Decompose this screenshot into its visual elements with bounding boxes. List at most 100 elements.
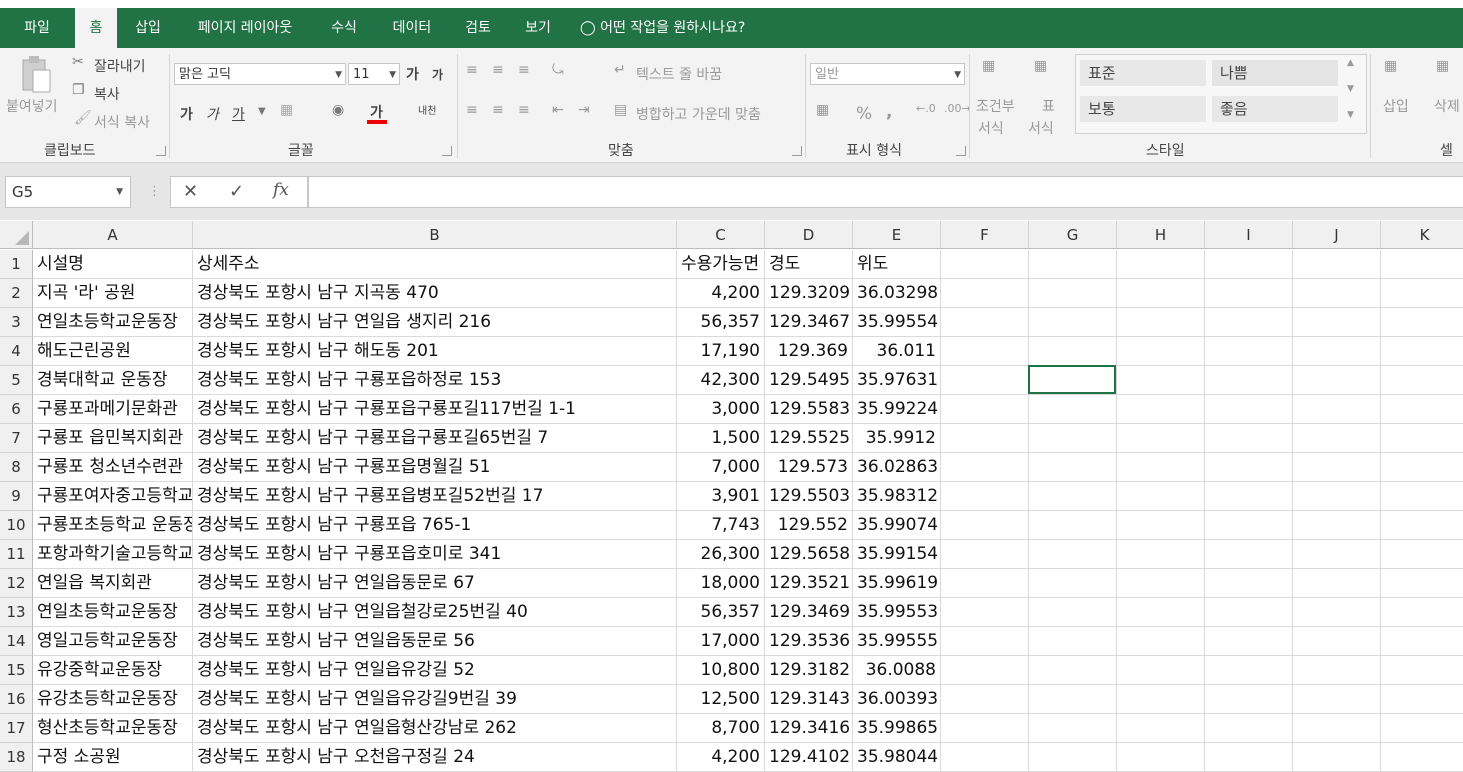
gallery-scroll-up-icon[interactable]: ▲ [1347,58,1354,68]
cell-e7[interactable]: 35.9912 [853,424,941,453]
paste-icon[interactable] [20,54,52,94]
style-normal[interactable]: 표준 [1080,60,1206,86]
cell-h16[interactable] [1117,685,1205,714]
cell-c10[interactable]: 7,743 [677,511,765,540]
cell-g6[interactable] [1029,395,1117,424]
cell-j7[interactable] [1293,424,1381,453]
increase-indent-icon[interactable]: ⇥ [578,102,590,118]
cell-j2[interactable] [1293,279,1381,308]
cell-b18[interactable]: 경상북도 포항시 남구 오천읍구정길 24 [193,743,677,772]
cell-i9[interactable] [1205,482,1293,511]
cell-b6[interactable]: 경상북도 포항시 남구 구룡포읍구룡포길117번길 1-1 [193,395,677,424]
row-header[interactable]: 17 [0,714,33,743]
gallery-scroll-down-icon[interactable]: ▼ [1347,84,1354,94]
cell-h7[interactable] [1117,424,1205,453]
cell-k11[interactable] [1381,540,1463,569]
cell-f11[interactable] [941,540,1029,569]
cell-g15[interactable] [1029,656,1117,685]
cell-c6[interactable]: 3,000 [677,395,765,424]
cell-h4[interactable] [1117,337,1205,366]
row-header[interactable]: 3 [0,308,33,337]
cell-e5[interactable]: 35.97631 [853,366,941,395]
cell-f13[interactable] [941,598,1029,627]
cell-j12[interactable] [1293,569,1381,598]
cell-d7[interactable]: 129.5525 [765,424,853,453]
cell-e14[interactable]: 35.99555 [853,627,941,656]
merge-center-button[interactable]: 병합하고 가운데 맞춤 [636,104,761,124]
font-size-select[interactable]: 11 ▼ [348,63,400,85]
cell-d1[interactable]: 경도 [765,250,853,279]
cell-i14[interactable] [1205,627,1293,656]
cell-h3[interactable] [1117,308,1205,337]
underline-button[interactable]: 가 [232,104,245,124]
enter-icon[interactable]: ✓ [229,181,244,202]
cell-h5[interactable] [1117,366,1205,395]
cell-k15[interactable] [1381,656,1463,685]
paste-button[interactable]: 붙여넣기 [6,96,58,116]
cell-k18[interactable] [1381,743,1463,772]
cell-j1[interactable] [1293,250,1381,279]
cell-k12[interactable] [1381,569,1463,598]
font-color-button[interactable]: 가 [370,102,383,122]
select-all-corner[interactable] [0,221,33,249]
cell-d5[interactable]: 129.5495 [765,366,853,395]
row-header[interactable]: 14 [0,627,33,656]
cell-j6[interactable] [1293,395,1381,424]
cell-d12[interactable]: 129.3521 [765,569,853,598]
style-good[interactable]: 좋음 [1212,96,1338,122]
cancel-icon[interactable]: ✕ [183,181,198,202]
row-header[interactable]: 15 [0,656,33,685]
cell-i16[interactable] [1205,685,1293,714]
cell-j10[interactable] [1293,511,1381,540]
cell-g2[interactable] [1029,279,1117,308]
cell-a17[interactable]: 형산초등학교운동장 [33,714,193,743]
font-launcher-icon[interactable] [442,146,452,156]
cell-c16[interactable]: 12,500 [677,685,765,714]
cell-a6[interactable]: 구룡포과메기문화관 [33,395,193,424]
cell-i15[interactable] [1205,656,1293,685]
cell-k7[interactable] [1381,424,1463,453]
column-header-j[interactable]: J [1293,221,1381,249]
cell-d6[interactable]: 129.5583 [765,395,853,424]
cell-e13[interactable]: 35.99553 [853,598,941,627]
row-header[interactable]: 9 [0,482,33,511]
cell-g8[interactable] [1029,453,1117,482]
cell-c7[interactable]: 1,500 [677,424,765,453]
row-header[interactable]: 16 [0,685,33,714]
cell-c18[interactable]: 4,200 [677,743,765,772]
column-header-b[interactable]: B [193,221,677,249]
chevron-down-icon[interactable]: ▼ [258,106,266,117]
cell-d18[interactable]: 129.4102 [765,743,853,772]
row-header[interactable]: 11 [0,540,33,569]
cell-i6[interactable] [1205,395,1293,424]
column-header-c[interactable]: C [677,221,765,249]
cell-h11[interactable] [1117,540,1205,569]
cell-h6[interactable] [1117,395,1205,424]
tab-home[interactable]: 홈 [75,8,117,48]
format-painter-button[interactable]: 서식 복사 [94,112,150,132]
cell-h8[interactable] [1117,453,1205,482]
row-header[interactable]: 7 [0,424,33,453]
cell-k6[interactable] [1381,395,1463,424]
cell-g3[interactable] [1029,308,1117,337]
number-launcher-icon[interactable] [956,146,966,156]
shrink-font-button[interactable]: 가 [432,66,443,83]
phonetic-button[interactable]: 내천 [418,102,436,117]
cell-f17[interactable] [941,714,1029,743]
cell-i2[interactable] [1205,279,1293,308]
cell-f7[interactable] [941,424,1029,453]
cell-h9[interactable] [1117,482,1205,511]
cell-i17[interactable] [1205,714,1293,743]
row-header[interactable]: 12 [0,569,33,598]
tab-formulas[interactable]: 수식 [322,8,366,48]
cell-j9[interactable] [1293,482,1381,511]
cell-k2[interactable] [1381,279,1463,308]
cell-d11[interactable]: 129.5658 [765,540,853,569]
cell-k9[interactable] [1381,482,1463,511]
copy-button[interactable]: 복사 [94,84,120,104]
cell-k10[interactable] [1381,511,1463,540]
gallery-more-icon[interactable]: ▼ [1347,110,1354,120]
cell-e8[interactable]: 36.02863 [853,453,941,482]
cell-f6[interactable] [941,395,1029,424]
cell-i13[interactable] [1205,598,1293,627]
